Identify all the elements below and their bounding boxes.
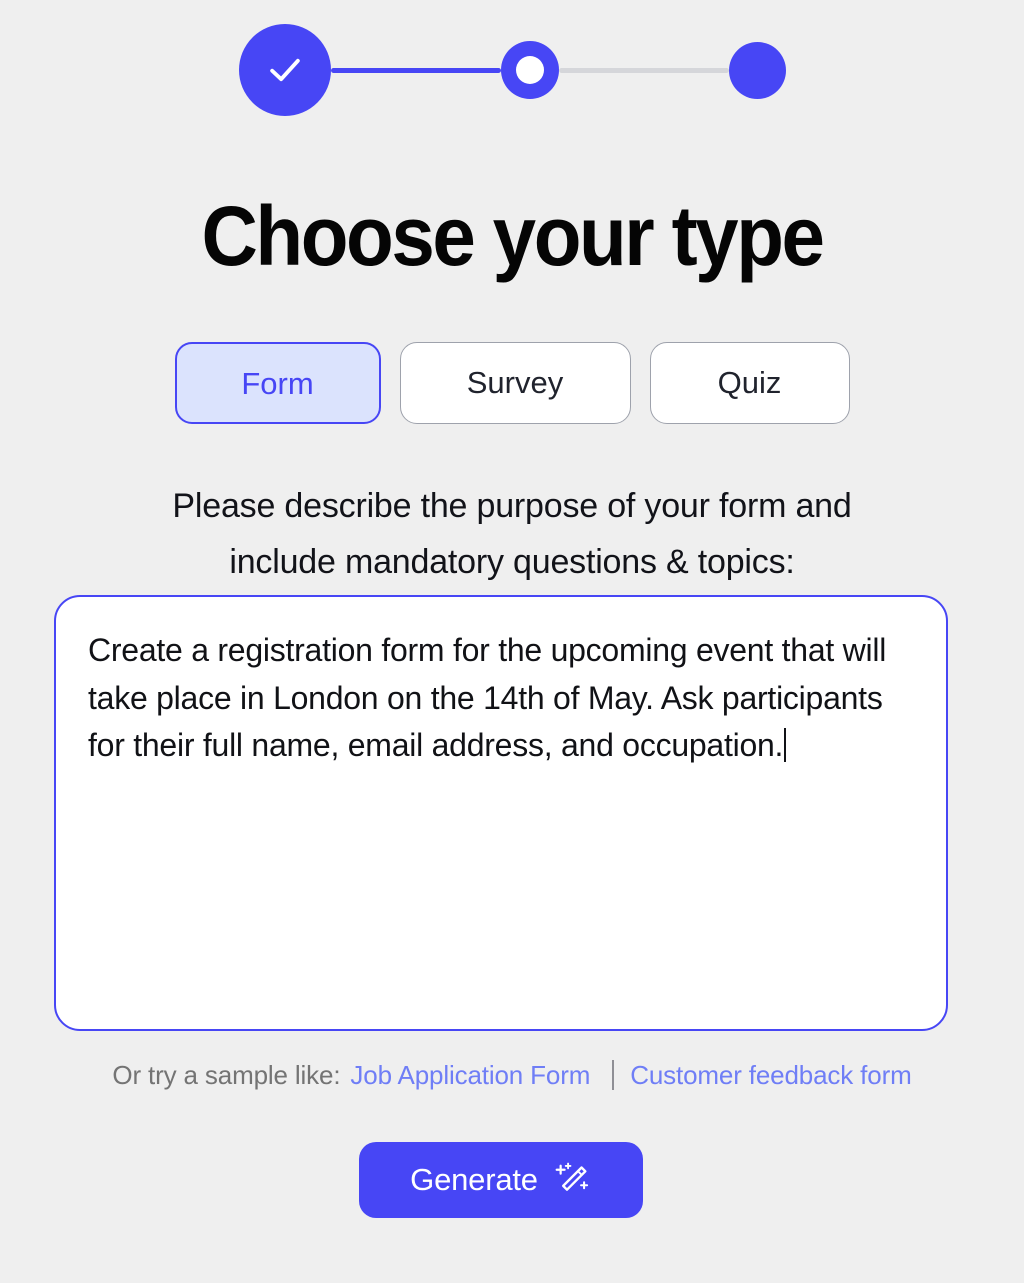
type-option-survey[interactable]: Survey — [399, 342, 631, 424]
page-title: Choose your type — [201, 189, 825, 283]
progress-stepper — [0, 24, 1024, 116]
prompt-textarea-value: Create a registration form for the upcom… — [88, 632, 895, 763]
type-option-quiz[interactable]: Quiz — [649, 342, 850, 424]
sample-suggestions-lead: Or try a sample like: — [112, 1060, 341, 1090]
sample-separator — [612, 1060, 615, 1090]
step-2-circle — [500, 41, 559, 99]
prompt-label-line-2: include mandatory questions & topics: — [229, 543, 795, 581]
stepper-step-3-upcoming[interactable] — [728, 41, 786, 99]
magic-wand-icon — [555, 1162, 588, 1191]
sample-link-job-application-form[interactable]: Job Application Form — [350, 1058, 590, 1092]
stepper-step-2-current[interactable] — [500, 41, 559, 99]
step-3-circle — [728, 41, 786, 99]
check-icon — [269, 58, 300, 82]
prompt-label: Please describe the purpose of your form… — [0, 478, 1024, 590]
dot-icon — [515, 56, 544, 84]
type-option-form[interactable]: Form — [174, 342, 381, 424]
prompt-label-line-1: Please describe the purpose of your form… — [172, 487, 852, 525]
generate-button-label: Generate — [410, 1162, 538, 1197]
type-selector: Form Survey Quiz — [0, 342, 1024, 424]
generate-button[interactable]: Generate — [359, 1142, 643, 1218]
stepper-connector-1-filled — [330, 67, 501, 73]
stepper-connector-2-empty — [558, 67, 729, 73]
stepper-step-1-completed[interactable] — [238, 24, 331, 116]
step-1-circle — [238, 24, 331, 116]
prompt-textarea[interactable]: Create a registration form for the upcom… — [54, 595, 948, 1031]
text-caret — [784, 728, 787, 762]
sample-suggestions: Or try a sample like: Job Application Fo… — [0, 1058, 1024, 1092]
generate-form-wizard-page: Choose your type Form Survey Quiz Please… — [0, 0, 1024, 1283]
sample-link-customer-feedback-form[interactable]: Customer feedback form — [630, 1058, 912, 1092]
